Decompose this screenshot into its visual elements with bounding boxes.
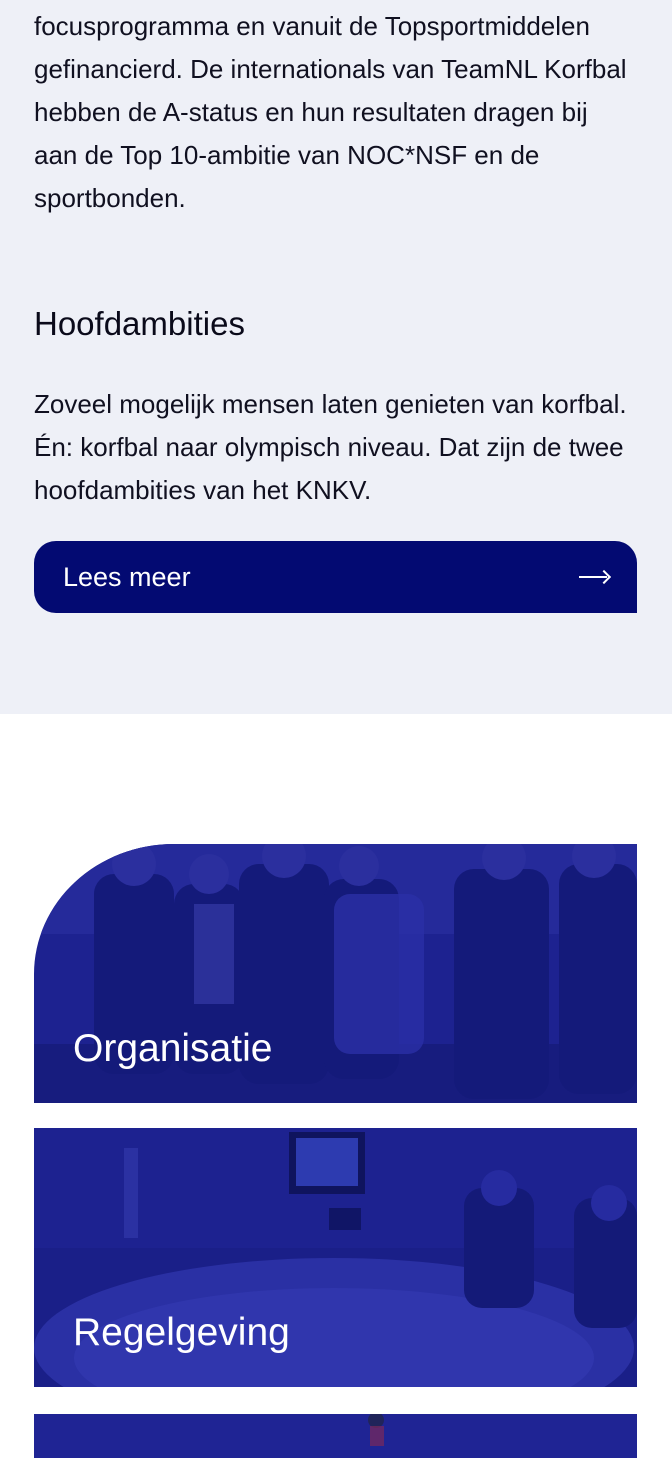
ambitions-section: focusprogramma en vanuit de Topsportmidd… bbox=[0, 0, 672, 714]
intro-paragraph: focusprogramma en vanuit de Topsportmidd… bbox=[34, 11, 627, 213]
card-title: Regelgeving bbox=[73, 1311, 290, 1354]
section-heading: Hoofdambities bbox=[34, 305, 245, 342]
card-title: Organisatie bbox=[73, 1027, 273, 1070]
card-organisatie[interactable]: Organisatie bbox=[34, 844, 637, 1103]
read-more-button[interactable]: Lees meer bbox=[34, 541, 637, 613]
sports-photo-image bbox=[34, 1414, 637, 1458]
card-third[interactable] bbox=[34, 1414, 637, 1458]
ambitions-paragraph: Zoveel mogelijk mensen laten genieten va… bbox=[34, 389, 627, 505]
card-regelgeving[interactable]: Regelgeving bbox=[34, 1128, 637, 1387]
arrow-right-icon bbox=[579, 570, 609, 584]
read-more-label: Lees meer bbox=[63, 561, 191, 592]
